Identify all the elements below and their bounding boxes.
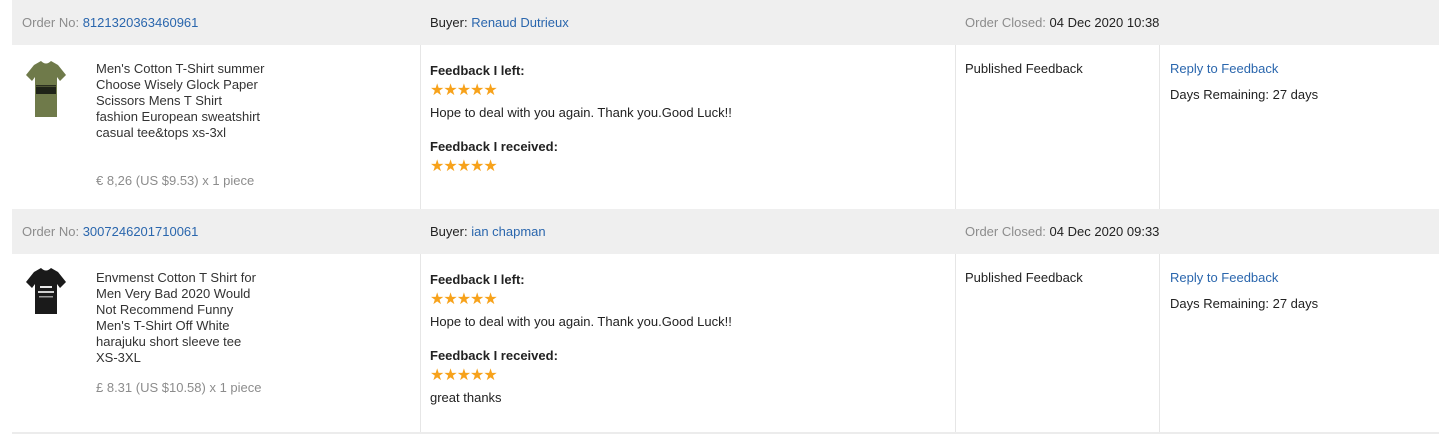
feedback-received-text: great thanks xyxy=(430,390,502,405)
order-closed-date: 04 Dec 2020 10:38 xyxy=(1049,15,1160,30)
feedback-received-block: Feedback I received: ★★★★★ great thanks xyxy=(430,348,558,406)
feedback-left-stars: ★★★★★ xyxy=(430,82,498,99)
feedback-left-title: Feedback I left: xyxy=(430,272,525,287)
status-cell: Published Feedback xyxy=(955,254,1160,434)
days-remaining: Days Remaining: 27 days xyxy=(1170,87,1319,102)
order-number-field: Order No: 3007246201710061 xyxy=(22,224,198,240)
order-number-link[interactable]: 3007246201710061 xyxy=(83,224,199,239)
order-card: Order No: 3007246201710061 Buyer: ian ch… xyxy=(12,209,1439,434)
product-price: £ 8.31 (US $10.58) x 1 piece xyxy=(96,380,262,395)
buyer-field: Buyer: ian chapman xyxy=(430,224,546,240)
order-number-label: Order No: xyxy=(22,15,80,30)
buyer-field: Buyer: Renaud Dutrieux xyxy=(430,15,569,31)
feedback-left-stars: ★★★★★ xyxy=(430,291,498,308)
buyer-label: Buyer: xyxy=(430,224,468,239)
feedback-received-stars: ★★★★★ xyxy=(430,367,498,384)
feedback-status: Published Feedback xyxy=(965,61,1083,76)
order-header: Order No: 3007246201710061 Buyer: ian ch… xyxy=(12,209,1439,254)
order-body: Envmenst Cotton T Shirt for Men Very Bad… xyxy=(12,254,1439,434)
order-header: Order No: 8121320363460961 Buyer: Renaud… xyxy=(12,0,1439,45)
product-cell: Envmenst Cotton T Shirt for Men Very Bad… xyxy=(12,254,420,434)
reply-to-feedback-link[interactable]: Reply to Feedback xyxy=(1170,270,1278,286)
feedback-order-list: Order No: 8121320363460961 Buyer: Renaud… xyxy=(12,0,1439,434)
order-closed-label: Order Closed: xyxy=(965,15,1046,30)
black-tshirt-icon[interactable] xyxy=(24,266,68,332)
days-remaining: Days Remaining: 27 days xyxy=(1170,296,1319,311)
buyer-label: Buyer: xyxy=(430,15,468,30)
action-cell: Reply to Feedback Days Remaining: 27 day… xyxy=(1159,254,1440,434)
olive-tshirt-icon[interactable] xyxy=(24,57,68,123)
feedback-left-title: Feedback I left: xyxy=(430,63,525,78)
feedback-cell: Feedback I left: ★★★★★ Hope to deal with… xyxy=(420,254,956,434)
order-number-field: Order No: 8121320363460961 xyxy=(22,15,198,31)
action-cell: Reply to Feedback Days Remaining: 27 day… xyxy=(1159,45,1440,209)
feedback-received-title: Feedback I received: xyxy=(430,139,558,154)
order-closed-date: 04 Dec 2020 09:33 xyxy=(1049,224,1160,239)
feedback-left-block: Feedback I left: ★★★★★ Hope to deal with… xyxy=(430,272,732,330)
feedback-left-block: Feedback I left: ★★★★★ Hope to deal with… xyxy=(430,63,732,121)
feedback-cell: Feedback I left: ★★★★★ Hope to deal with… xyxy=(420,45,956,209)
reply-to-feedback-link[interactable]: Reply to Feedback xyxy=(1170,61,1278,77)
feedback-received-title: Feedback I received: xyxy=(430,348,558,363)
feedback-left-text: Hope to deal with you again. Thank you.G… xyxy=(430,105,732,120)
order-body: Men's Cotton T-Shirt summer Choose Wisel… xyxy=(12,45,1439,209)
order-number-link[interactable]: 8121320363460961 xyxy=(83,15,199,30)
product-title[interactable]: Men's Cotton T-Shirt summer Choose Wisel… xyxy=(96,61,266,141)
order-closed-label: Order Closed: xyxy=(965,224,1046,239)
row-divider xyxy=(12,432,1439,434)
feedback-received-block: Feedback I received: ★★★★★ xyxy=(430,139,558,176)
product-title[interactable]: Envmenst Cotton T Shirt for Men Very Bad… xyxy=(96,270,266,366)
feedback-status: Published Feedback xyxy=(965,270,1083,285)
order-closed-field: Order Closed: 04 Dec 2020 10:38 xyxy=(965,15,1159,31)
feedback-left-text: Hope to deal with you again. Thank you.G… xyxy=(430,314,732,329)
status-cell: Published Feedback xyxy=(955,45,1160,209)
order-card: Order No: 8121320363460961 Buyer: Renaud… xyxy=(12,0,1439,209)
product-price: € 8,26 (US $9.53) x 1 piece xyxy=(96,173,255,188)
product-cell: Men's Cotton T-Shirt summer Choose Wisel… xyxy=(12,45,420,209)
order-number-label: Order No: xyxy=(22,224,80,239)
buyer-name-link[interactable]: ian chapman xyxy=(471,224,545,239)
buyer-name-link[interactable]: Renaud Dutrieux xyxy=(471,15,569,30)
order-closed-field: Order Closed: 04 Dec 2020 09:33 xyxy=(965,224,1159,240)
feedback-received-stars: ★★★★★ xyxy=(430,158,498,175)
